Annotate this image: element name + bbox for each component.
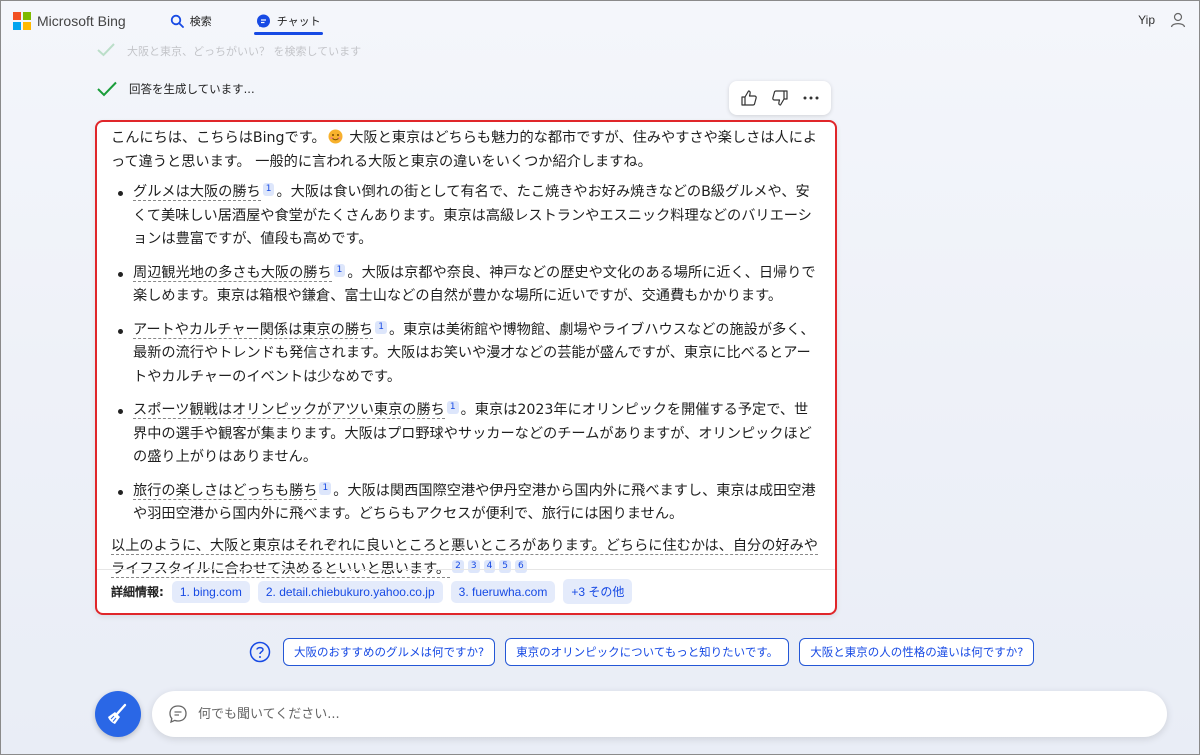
sources-bar: 詳細情報: 1. bing.com 2. detail.chiebukuro.y… — [97, 569, 835, 613]
point-heading[interactable]: 周辺観光地の多さも大阪の勝ち — [133, 264, 332, 282]
list-item: 旅行の楽しさはどっちも勝ち 1 。大阪は関西国際空港や伊丹空港から国内外に飛べますし… — [111, 480, 821, 527]
tab-chat[interactable]: チャット — [248, 1, 329, 41]
thumbs-down-icon — [772, 90, 788, 106]
intro-greeting: こんにちは、こちらはBingです。 — [111, 130, 326, 146]
like-button[interactable] — [735, 84, 763, 112]
tab-search[interactable]: 検索 — [162, 1, 220, 41]
citation-marker[interactable]: 1 — [319, 481, 332, 495]
point-heading[interactable]: 旅行の楽しさはどっちも勝ち — [133, 482, 318, 500]
generating-status-text: 回答を生成しています... — [129, 82, 255, 96]
broom-icon — [108, 703, 127, 724]
answer-body: こんにちは、こちらはBingです。 大阪と東京はどちらも魅力的な都市ですが、住み… — [97, 122, 835, 582]
tab-chat-label: チャット — [276, 15, 321, 28]
top-bar: Microsoft Bing 検索 チャット Yip — [1, 1, 1199, 41]
chat-icon — [256, 14, 271, 29]
citation-marker[interactable]: 1 — [446, 401, 459, 414]
suggestion-chip[interactable]: 大阪のおすすめのグルメは何ですか? — [283, 638, 496, 666]
citation-marker[interactable]: 1 — [333, 263, 346, 277]
user-menu[interactable]: Yip — [1138, 11, 1187, 29]
answer-points: グルメは大阪の勝ち 1 。大阪は食い倒れの街として有名で、たこ焼きやお好み焼きなどの… — [111, 181, 821, 527]
source-link[interactable]: 3. fueruwha.com — [450, 580, 556, 603]
new-topic-button[interactable] — [95, 691, 141, 737]
point-heading[interactable]: スポーツ観戦はオリンピックがアツい東京の勝ち — [133, 402, 445, 419]
suggestion-chip[interactable]: 大阪と東京の人の性格の違いは何ですか? — [799, 638, 1035, 666]
suggestion-chip[interactable]: 東京のオリンピックについてもっと知りたいです。 — [505, 638, 790, 666]
answer-card: こんにちは、こちらはBingです。 大阪と東京はどちらも魅力的な都市ですが、住み… — [95, 120, 837, 615]
list-item: 周辺観光地の多さも大阪の勝ち 1 。大阪は京都や奈良、神戸などの歴史や文化のある場所… — [111, 262, 821, 309]
tab-search-label: 検索 — [189, 15, 212, 28]
list-item: グルメは大阪の勝ち 1 。大阪は食い倒れの街として有名で、たこ焼きやお好み焼きなどの… — [111, 181, 821, 252]
source-link[interactable]: 2. detail.chiebukuro.yahoo.co.jp — [257, 580, 443, 603]
check-icon — [97, 43, 115, 59]
more-sources-button[interactable]: +3 その他 — [563, 579, 633, 604]
reaction-bar — [729, 81, 831, 115]
dislike-button[interactable] — [766, 84, 794, 112]
point-heading[interactable]: アートやカルチャー関係は東京の勝ち — [133, 321, 374, 339]
citation-marker[interactable]: 1 — [262, 183, 275, 196]
more-options-button[interactable] — [797, 84, 825, 112]
search-status-faded: 大阪と東京、どっちがいい？ を検索しています — [97, 43, 361, 59]
list-item: アートやカルチャー関係は東京の勝ち 1 。東京は美術館や博物館、劇場やライブハウスな… — [111, 319, 821, 390]
chat-input[interactable] — [198, 706, 1098, 722]
user-name: Yip — [1138, 13, 1155, 27]
citation-marker[interactable]: 1 — [375, 320, 387, 334]
main-nav: 検索 チャット — [162, 1, 357, 41]
bing-brand[interactable]: Microsoft Bing — [13, 12, 126, 30]
more-icon — [803, 96, 819, 100]
microsoft-logo — [13, 12, 31, 30]
generating-status: 回答を生成しています... — [97, 81, 255, 97]
check-icon — [97, 81, 117, 97]
answer-intro: こんにちは、こちらはBingです。 大阪と東京はどちらも魅力的な都市ですが、住み… — [111, 127, 821, 174]
brand-name: Microsoft Bing — [37, 13, 126, 29]
search-status-text: 大阪と東京、どっちがいい？ を検索しています — [127, 45, 362, 58]
source-link[interactable]: 1. bing.com — [171, 580, 250, 603]
thumbs-up-icon — [741, 90, 757, 106]
help-icon — [249, 641, 271, 663]
chat-bubble-icon — [168, 704, 188, 724]
point-heading[interactable]: グルメは大阪の勝ち — [133, 184, 261, 201]
suggestion-bar: 大阪のおすすめのグルメは何ですか? 東京のオリンピックについてもっと知りたいです… — [249, 638, 1044, 666]
smile-emoji-icon — [328, 129, 343, 144]
list-item: スポーツ観戦はオリンピックがアツい東京の勝ち 1 。東京は2023年にオリンピックを… — [111, 399, 821, 470]
chat-input-box[interactable] — [152, 691, 1167, 737]
sources-label: 詳細情報: — [111, 585, 164, 599]
search-icon — [170, 14, 184, 28]
avatar-icon — [1169, 11, 1187, 29]
